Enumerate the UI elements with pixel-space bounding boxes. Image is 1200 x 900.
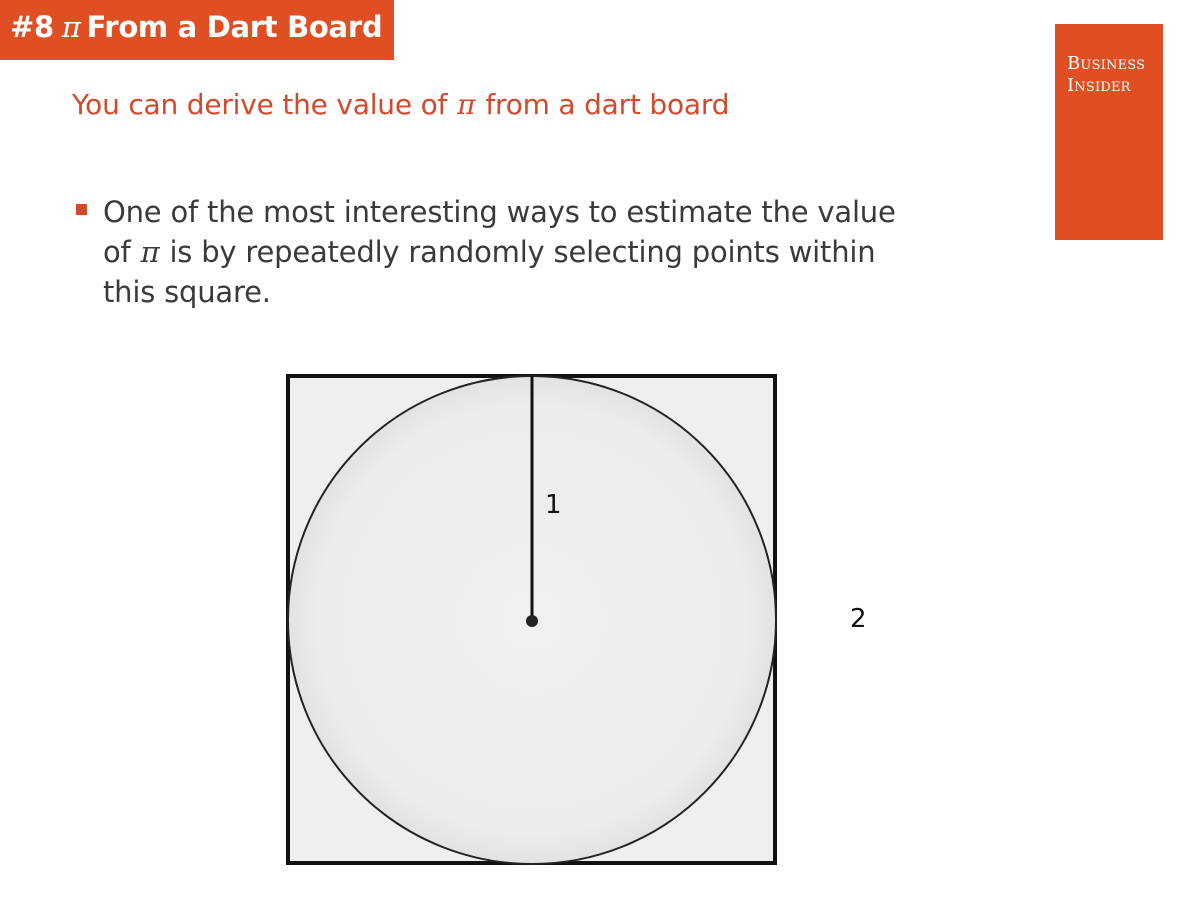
bullet-point: One of the most interesting ways to esti… [103, 192, 1003, 312]
bullet-pi-symbol: π [140, 235, 160, 269]
slide-title: #8 π From a Dart Board [10, 10, 383, 44]
bullet-line-2-before: of [103, 235, 131, 269]
subtitle-after: from a dart board [485, 88, 730, 121]
bullet-line-2-after: is by repeatedly randomly selecting poin… [169, 235, 876, 269]
side-length-label: 2 [850, 604, 867, 634]
business-insider-logo: Business Insider [1055, 24, 1163, 240]
subtitle-before: You can derive the value of [72, 88, 448, 121]
title-label: From a Dart Board [86, 10, 383, 44]
dart-board-diagram [286, 374, 777, 865]
title-number: #8 [10, 10, 54, 44]
title-pi-symbol: π [61, 10, 81, 44]
bullet-line-3: this square. [103, 275, 271, 309]
title-banner: #8 π From a Dart Board [0, 0, 394, 60]
bullet-line-1: One of the most interesting ways to esti… [103, 195, 896, 229]
subtitle-pi-symbol: π [457, 88, 476, 121]
slide-subtitle: You can derive the value of π from a dart … [72, 86, 729, 124]
radius-label: 1 [545, 490, 562, 520]
logo-line-business: Business [1067, 53, 1146, 74]
bullet-line-2: of π is by repeatedly randomly selecting p… [103, 232, 1003, 272]
logo-line-insider: Insider [1067, 75, 1131, 96]
bullet-square-icon [76, 204, 87, 215]
center-point [526, 615, 538, 627]
